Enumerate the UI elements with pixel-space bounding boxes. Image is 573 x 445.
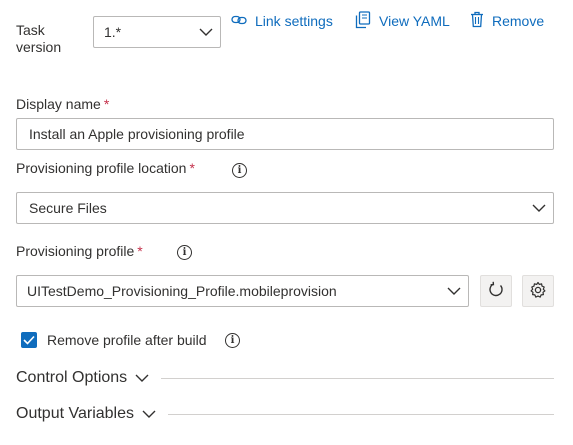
profile-select[interactable]: UITestDemo_Provisioning_Profile.mobilepr… <box>16 275 469 307</box>
refresh-button[interactable] <box>480 275 512 307</box>
required-marker: * <box>189 160 195 176</box>
trash-icon <box>470 11 492 31</box>
section-divider <box>161 377 554 379</box>
section-divider <box>168 413 554 415</box>
control-options-section[interactable]: Control Options <box>16 367 554 389</box>
gear-icon <box>529 281 547 302</box>
chevron-down-icon <box>525 204 553 212</box>
chevron-down-icon <box>440 287 468 295</box>
profile-location-select[interactable]: Secure Files <box>16 192 554 224</box>
profile-label: Provisioning profile * <box>16 243 143 259</box>
info-icon[interactable]: i <box>177 245 192 260</box>
output-variables-title: Output Variables <box>16 405 134 422</box>
task-version-value: 1.* <box>104 24 122 40</box>
remove-after-build-label: Remove profile after build <box>47 332 207 348</box>
chevron-down-icon <box>192 28 220 36</box>
output-variables-section[interactable]: Output Variables <box>16 403 554 425</box>
checkmark-icon <box>23 332 35 348</box>
control-options-title: Control Options <box>16 369 128 386</box>
remove-button[interactable]: Remove <box>470 10 544 32</box>
link-icon <box>231 13 255 29</box>
copy-icon <box>355 10 379 32</box>
view-yaml-button[interactable]: View YAML <box>355 10 450 32</box>
profile-value: UITestDemo_Provisioning_Profile.mobilepr… <box>27 283 337 299</box>
info-icon[interactable]: i <box>232 163 247 178</box>
required-marker: * <box>137 243 143 259</box>
chevron-down-icon <box>135 374 149 382</box>
display-name-label: Display name * <box>16 96 110 112</box>
profile-location-value: Secure Files <box>29 200 107 216</box>
link-settings-label: Link settings <box>255 13 333 29</box>
remove-after-build-checkbox[interactable] <box>21 332 37 348</box>
link-settings-button[interactable]: Link settings <box>231 10 333 32</box>
profile-location-label: Provisioning profile location * <box>16 160 195 176</box>
required-marker: * <box>103 96 110 112</box>
task-version-select[interactable]: 1.* <box>93 16 221 48</box>
info-icon[interactable]: i <box>225 333 240 348</box>
settings-button[interactable] <box>522 275 554 307</box>
refresh-icon <box>487 281 505 302</box>
task-version-label: Task version <box>16 22 62 55</box>
chevron-down-icon <box>142 410 156 418</box>
display-name-input[interactable]: Install an Apple provisioning profile <box>16 118 554 150</box>
remove-label: Remove <box>492 13 545 29</box>
view-yaml-label: View YAML <box>379 13 450 29</box>
